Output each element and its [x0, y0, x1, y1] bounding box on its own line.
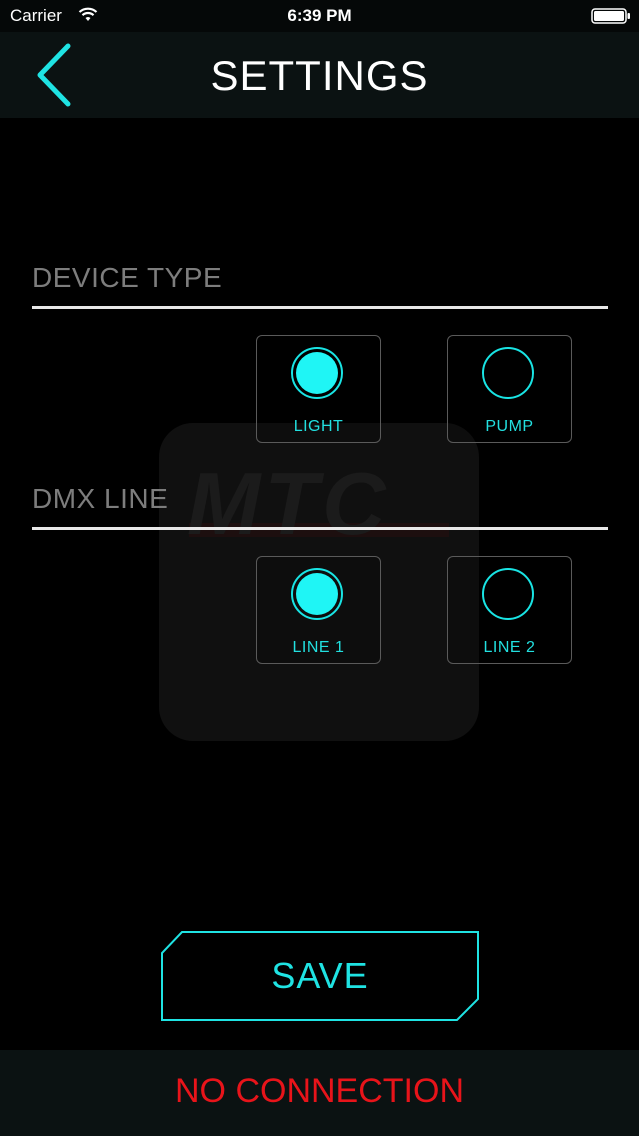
option-pump[interactable]: PUMP — [447, 335, 572, 443]
connection-footer: NO CONNECTION — [0, 1050, 639, 1136]
section-title-device-type: DEVICE TYPE — [32, 262, 223, 293]
watermark-logo-text: MTC — [187, 454, 390, 553]
nav-bar: SETTINGS — [0, 32, 639, 118]
status-time: 6:39 PM — [287, 6, 352, 25]
radio-line-1[interactable] — [291, 568, 343, 620]
option-label-line-1: LINE 1 — [292, 639, 345, 656]
section-title-dmx-line: DMX LINE — [32, 483, 169, 514]
section-divider — [32, 527, 608, 530]
page-title: SETTINGS — [210, 52, 429, 99]
save-button[interactable]: SAVE — [160, 931, 480, 1021]
option-label-light: LIGHT — [293, 418, 344, 435]
connection-status: NO CONNECTION — [175, 1072, 464, 1110]
radio-light[interactable] — [291, 347, 343, 399]
save-button-label: SAVE — [271, 955, 369, 996]
radio-line-2[interactable] — [482, 568, 534, 620]
battery-icon — [591, 8, 630, 24]
option-label-line-2: LINE 2 — [483, 639, 536, 656]
radio-pump[interactable] — [482, 347, 534, 399]
status-bar: Carrier 6:39 PM — [0, 0, 639, 32]
option-label-pump: PUMP — [485, 418, 534, 435]
option-line-1[interactable]: LINE 1 — [256, 556, 381, 664]
option-line-2[interactable]: LINE 2 — [447, 556, 572, 664]
option-light[interactable]: LIGHT — [256, 335, 381, 443]
section-divider — [32, 306, 608, 309]
